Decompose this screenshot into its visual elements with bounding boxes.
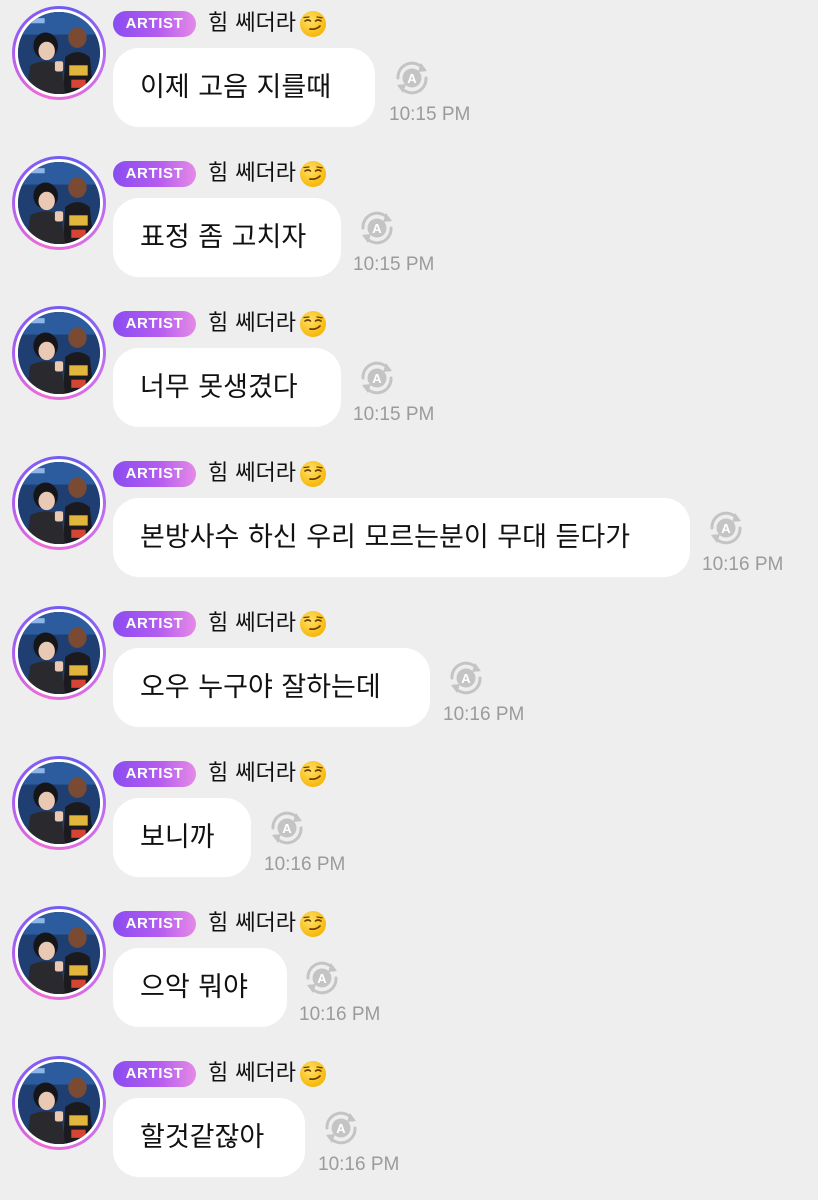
message-row: ARTIST 힘 쎄더라 보니까 A 10:16 PM	[0, 750, 818, 900]
artist-badge: ARTIST	[113, 11, 196, 37]
sender-name: 힘 쎄더라	[208, 909, 328, 939]
avatar[interactable]	[12, 156, 106, 250]
avatar-photo	[15, 9, 103, 97]
avatar-photo	[15, 609, 103, 697]
message-bubble[interactable]: 으악 뭐야	[113, 948, 287, 1027]
message-bubble[interactable]: 너무 못생겼다	[113, 348, 341, 427]
translate-button[interactable]: A	[298, 954, 346, 1002]
sender-name-text: 힘 쎄더라	[208, 11, 296, 36]
translate-button[interactable]: A	[263, 804, 311, 852]
avatar[interactable]	[12, 306, 106, 400]
avatar-photo	[15, 309, 103, 397]
sender-name: 힘 쎄더라	[208, 9, 328, 39]
message-row: ARTIST 힘 쎄더라 너무 못생겼다 A 10:15 PM	[0, 300, 818, 450]
message-bubble[interactable]: 본방사수 하신 우리 모르는분이 무대 듣다가	[113, 498, 690, 577]
translate-button[interactable]: A	[702, 504, 750, 552]
sender-name: 힘 쎄더라	[208, 309, 328, 339]
message-row: ARTIST 힘 쎄더라 할것같잖아 A 10:16 PM	[0, 1050, 818, 1200]
translate-icon: A	[325, 1111, 357, 1145]
translate-icon: A	[450, 661, 482, 695]
smirking-face-icon	[298, 1059, 328, 1089]
artist-badge: ARTIST	[113, 761, 196, 787]
translate-button[interactable]: A	[388, 54, 436, 102]
message-time: 10:16 PM	[443, 704, 525, 725]
svg-text:A: A	[282, 821, 292, 836]
avatar-photo	[15, 159, 103, 247]
svg-text:A: A	[372, 221, 382, 236]
message-row: ARTIST 힘 쎄더라 이제 고음 지를때 A 10:15 PM	[0, 0, 818, 150]
translate-button[interactable]: A	[353, 354, 401, 402]
message-row: ARTIST 힘 쎄더라 표정 좀 고치자 A 10:15 PM	[0, 150, 818, 300]
chat-thread: ARTIST 힘 쎄더라 이제 고음 지를때 A 10:15 PM ARTIST…	[0, 0, 818, 1200]
svg-text:A: A	[461, 671, 471, 686]
translate-icon: A	[271, 811, 303, 845]
artist-badge: ARTIST	[113, 911, 196, 937]
smirking-face-icon	[298, 609, 328, 639]
message-bubble[interactable]: 오우 누구야 잘하는데	[113, 648, 430, 727]
sender-name-text: 힘 쎄더라	[208, 911, 296, 936]
artist-badge: ARTIST	[113, 311, 196, 337]
smirking-face-icon	[298, 9, 328, 39]
artist-badge: ARTIST	[113, 1061, 196, 1087]
smirking-face-icon	[298, 159, 328, 189]
avatar-photo	[15, 909, 103, 997]
sender-name-text: 힘 쎄더라	[208, 461, 296, 486]
avatar[interactable]	[12, 906, 106, 1000]
message-bubble[interactable]: 이제 고음 지를때	[113, 48, 375, 127]
avatar[interactable]	[12, 606, 106, 700]
sender-name-text: 힘 쎄더라	[208, 611, 296, 636]
sender-name: 힘 쎄더라	[208, 759, 328, 789]
message-time: 10:16 PM	[702, 554, 784, 575]
translate-icon: A	[361, 211, 393, 245]
message-time: 10:16 PM	[318, 1154, 400, 1175]
artist-badge: ARTIST	[113, 461, 196, 487]
avatar[interactable]	[12, 6, 106, 100]
smirking-face-icon	[298, 759, 328, 789]
smirking-face-icon	[298, 909, 328, 939]
svg-text:A: A	[372, 371, 382, 386]
message-row: ARTIST 힘 쎄더라 으악 뭐야 A 10:16 PM	[0, 900, 818, 1050]
translate-icon: A	[361, 361, 393, 395]
message-bubble[interactable]: 할것같잖아	[113, 1098, 305, 1177]
sender-name: 힘 쎄더라	[208, 1059, 328, 1089]
translate-icon: A	[396, 61, 428, 95]
artist-badge: ARTIST	[113, 611, 196, 637]
smirking-face-icon	[298, 459, 328, 489]
artist-badge: ARTIST	[113, 161, 196, 187]
avatar-photo	[15, 459, 103, 547]
sender-name-text: 힘 쎄더라	[208, 1061, 296, 1086]
sender-name-text: 힘 쎄더라	[208, 311, 296, 336]
message-time: 10:16 PM	[264, 854, 346, 875]
translate-button[interactable]: A	[442, 654, 490, 702]
avatar-photo	[15, 1059, 103, 1147]
message-time: 10:15 PM	[353, 254, 435, 275]
avatar[interactable]	[12, 756, 106, 850]
translate-button[interactable]: A	[353, 204, 401, 252]
svg-text:A: A	[317, 971, 327, 986]
svg-text:A: A	[721, 521, 731, 536]
sender-name: 힘 쎄더라	[208, 609, 328, 639]
message-time: 10:15 PM	[389, 104, 471, 125]
message-row: ARTIST 힘 쎄더라 본방사수 하신 우리 모르는분이 무대 듣다가 A 1…	[0, 450, 818, 600]
translate-icon: A	[306, 961, 338, 995]
sender-name-text: 힘 쎄더라	[208, 761, 296, 786]
avatar-photo	[15, 759, 103, 847]
svg-text:A: A	[407, 71, 417, 86]
message-bubble[interactable]: 표정 좀 고치자	[113, 198, 341, 277]
svg-text:A: A	[336, 1121, 346, 1136]
sender-name: 힘 쎄더라	[208, 159, 328, 189]
message-row: ARTIST 힘 쎄더라 오우 누구야 잘하는데 A 10:16 PM	[0, 600, 818, 750]
message-time: 10:15 PM	[353, 404, 435, 425]
sender-name: 힘 쎄더라	[208, 459, 328, 489]
message-bubble[interactable]: 보니까	[113, 798, 251, 877]
message-time: 10:16 PM	[299, 1004, 381, 1025]
avatar[interactable]	[12, 456, 106, 550]
translate-icon: A	[710, 511, 742, 545]
translate-button[interactable]: A	[317, 1104, 365, 1152]
smirking-face-icon	[298, 309, 328, 339]
sender-name-text: 힘 쎄더라	[208, 161, 296, 186]
avatar[interactable]	[12, 1056, 106, 1150]
